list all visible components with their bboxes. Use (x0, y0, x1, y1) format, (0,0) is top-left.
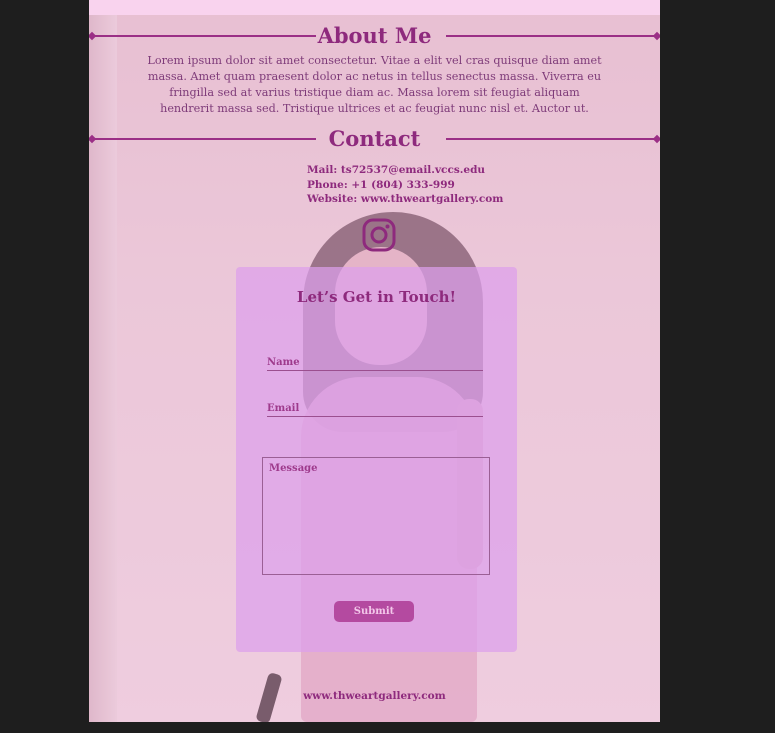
name-input[interactable] (267, 352, 483, 373)
name-field-wrapper (267, 350, 483, 373)
about-text: Lorem ipsum dolor sit amet consectetur. … (147, 54, 602, 115)
submit-button[interactable]: Submit (334, 601, 414, 622)
form-title: Let’s Get in Touch! (296, 288, 457, 306)
footer-website-link[interactable]: www.thweartgallery.com (89, 690, 660, 702)
contact-phone: Phone: +1 (804) 333-999 (307, 178, 455, 191)
contact-form: Let’s Get in Touch! Submit (236, 267, 517, 652)
page: About Me Lorem ipsum dolor sit amet cons… (89, 0, 660, 722)
about-heading-row: About Me (89, 21, 660, 51)
contact-info: Mail: ts72537@email.vccs.edu Phone: +1 (… (307, 163, 507, 207)
message-textarea[interactable] (263, 458, 489, 574)
instagram-icon[interactable] (362, 218, 396, 252)
top-bar (89, 0, 660, 15)
message-field-wrapper (262, 457, 490, 575)
divider-line-right (446, 35, 658, 37)
contact-mail: Mail: ts72537@email.vccs.edu (307, 164, 486, 176)
email-field-wrapper (267, 396, 483, 419)
email-input[interactable] (267, 398, 483, 419)
contact-heading-row: Contact (89, 124, 660, 154)
divider-line-right (446, 138, 658, 140)
contact-website[interactable]: Website: www.thweartgallery.com (307, 192, 507, 207)
